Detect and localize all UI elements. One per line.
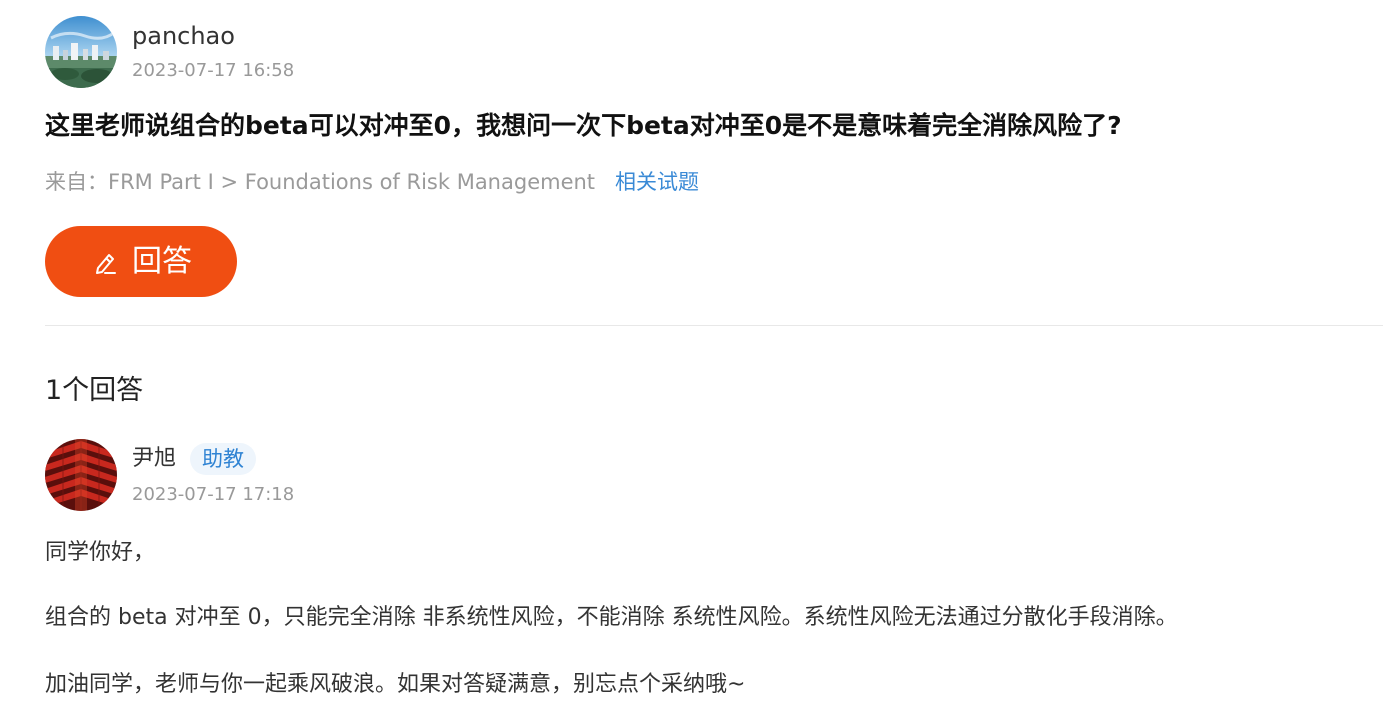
author-name[interactable]: panchao [132, 20, 294, 52]
question-source: 来自：FRM Part I > Foundations of Risk Mana… [45, 168, 699, 196]
answer-paragraph: 组合的 beta 对冲至 0，只能完全消除 非系统性风险，不能消除 系统性风险。… [45, 605, 1178, 630]
related-questions-link[interactable]: 相关试题 [615, 170, 699, 194]
answer-author: 尹旭 助教 2023-07-17 17:18 [45, 439, 294, 511]
red-pagoda-roof-avatar-icon [45, 439, 117, 511]
answer-paragraph: 加油同学，老师与你一起乘风破浪。如果对答疑满意，别忘点个采纳哦~ [45, 672, 746, 697]
author-name-row: 尹旭 助教 [132, 443, 294, 475]
avatar[interactable] [45, 16, 117, 88]
answer-timestamp: 2023-07-17 17:18 [132, 484, 295, 505]
avatar[interactable] [45, 439, 117, 511]
qa-page: panchao 2023-07-17 16:58 这里老师说组合的beta可以对… [0, 0, 1383, 726]
role-badge: 助教 [190, 443, 257, 475]
answer-button[interactable]: 回答 [45, 226, 237, 297]
author-name[interactable]: 尹旭 [132, 444, 176, 474]
answers-count: 1个回答 [45, 375, 144, 406]
source-path: FRM Part I > Foundations of Risk Managem… [108, 170, 596, 194]
city-landscape-avatar-icon [45, 16, 117, 88]
answer-button-label: 回答 [132, 243, 192, 279]
question-author: panchao 2023-07-17 16:58 [45, 16, 294, 88]
author-meta: panchao 2023-07-17 16:58 [132, 16, 294, 83]
answer-paragraph: 同学你好， [45, 540, 156, 565]
question-title: 这里老师说组合的beta可以对冲至0，我想问一次下beta对冲至0是不是意味着完… [45, 111, 1122, 140]
source-prefix: 来自： [45, 170, 108, 194]
author-meta: 尹旭 助教 2023-07-17 17:18 [132, 439, 294, 507]
divider [45, 325, 1383, 326]
post-timestamp: 2023-07-17 16:58 [132, 60, 295, 81]
pencil-icon [90, 247, 120, 277]
